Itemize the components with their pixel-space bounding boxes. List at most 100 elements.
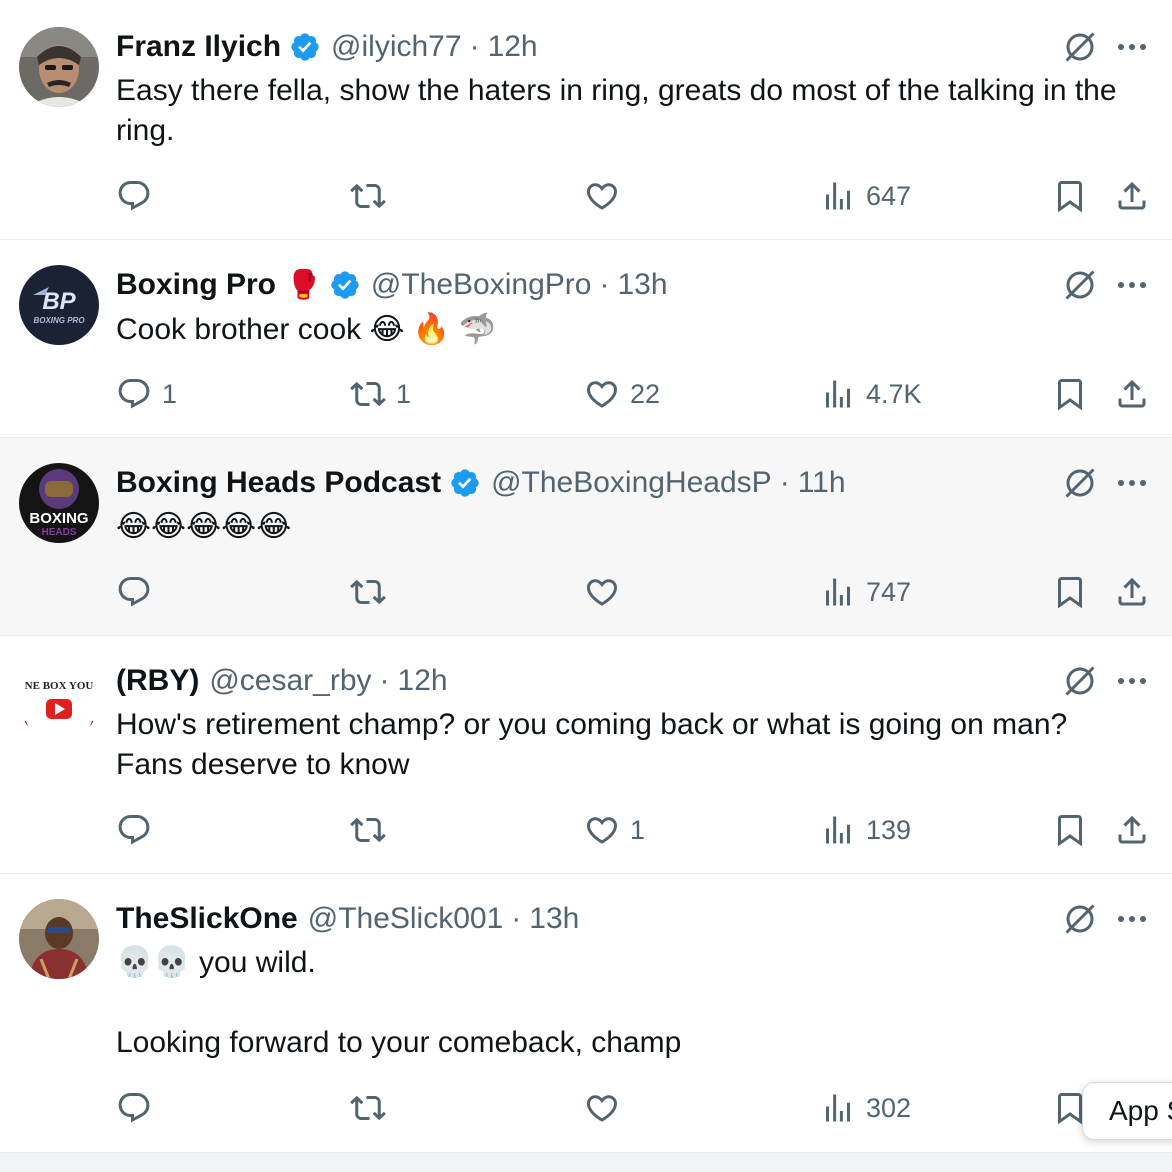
display-name[interactable]: Boxing Heads Podcast — [116, 463, 441, 503]
repost-button[interactable] — [350, 174, 396, 218]
like-icon — [586, 381, 618, 408]
repost-button[interactable] — [350, 1086, 396, 1130]
more-icon[interactable] — [1112, 27, 1152, 67]
avatar-logo-text: BP — [42, 288, 76, 315]
avatar-logo-text: NE BOX YOU — [25, 680, 94, 692]
grok-icon[interactable] — [1060, 27, 1100, 67]
separator: · — [379, 664, 390, 697]
reply-button[interactable] — [116, 808, 162, 852]
views-button[interactable]: 747 — [820, 570, 911, 614]
like-button[interactable]: 1 — [584, 808, 645, 852]
tweet-actions: 1 139 — [0, 808, 1172, 852]
timestamp[interactable]: 12h — [488, 27, 538, 67]
more-icon[interactable] — [1112, 661, 1152, 701]
views-button[interactable]: 4.7K — [820, 372, 922, 416]
like-button[interactable] — [584, 1086, 630, 1130]
bookmark-button[interactable] — [1052, 372, 1088, 416]
tweet[interactable]: BP BOXING PRO Boxing Pro 🥊 @TheBoxingPro… — [0, 240, 1172, 438]
display-name[interactable]: (RBY) — [116, 661, 199, 701]
repost-button[interactable] — [350, 808, 396, 852]
timestamp[interactable]: 11h — [798, 463, 846, 503]
views-icon — [826, 380, 850, 408]
more-icon[interactable] — [1112, 463, 1152, 503]
avatar[interactable] — [19, 899, 99, 979]
tweet-text: Easy there fella, show the haters in rin… — [116, 74, 1117, 147]
share-icon — [1118, 181, 1146, 210]
repost-button[interactable]: 1 — [350, 372, 411, 416]
separator: · — [511, 902, 522, 935]
tweet-actions: 1 1 22 4.7K — [0, 372, 1172, 416]
app-button[interactable]: App S — [1082, 1082, 1172, 1140]
share-button[interactable] — [1114, 372, 1150, 416]
verified-badge-icon — [329, 269, 361, 301]
timestamp[interactable]: 12h — [398, 661, 448, 701]
share-icon — [1118, 815, 1146, 844]
like-button[interactable] — [584, 174, 630, 218]
repost-icon — [350, 381, 386, 407]
view-count: 647 — [866, 180, 912, 211]
app-button-label: App S — [1109, 1095, 1172, 1126]
handle[interactable]: @TheSlick001 — [308, 899, 504, 939]
display-name[interactable]: Franz Ilyich — [116, 27, 281, 67]
more-icon[interactable] — [1112, 265, 1152, 305]
verified-badge-icon — [289, 31, 321, 63]
bookmark-button[interactable] — [1052, 570, 1088, 614]
views-button[interactable]: 302 — [820, 1086, 911, 1130]
handle[interactable]: @TheBoxingPro — [371, 265, 592, 305]
share-button[interactable] — [1114, 174, 1150, 218]
grok-icon[interactable] — [1060, 899, 1100, 939]
bookmark-button[interactable] — [1052, 174, 1088, 218]
bottom-bar — [0, 1152, 1172, 1172]
tweet-actions: 647 — [0, 174, 1172, 218]
avatar[interactable]: BP BOXING PRO — [19, 265, 99, 345]
tweet-text: How's retirement champ? or you coming ba… — [116, 708, 1068, 781]
like-button[interactable] — [584, 570, 630, 614]
reply-icon — [118, 379, 150, 409]
bookmark-button[interactable] — [1052, 808, 1088, 852]
tweet-text: Cook brother cook 😂 🔥 🦈 — [116, 313, 496, 346]
avatar[interactable] — [19, 27, 99, 107]
display-name[interactable]: Boxing Pro — [116, 265, 276, 305]
views-button[interactable]: 647 — [820, 174, 911, 218]
share-button[interactable] — [1114, 808, 1150, 852]
grok-icon[interactable] — [1060, 661, 1100, 701]
avatar[interactable]: BOXING HEADS — [19, 463, 99, 543]
handle[interactable]: @cesar_rby — [209, 661, 371, 701]
reply-button[interactable]: 1 — [116, 372, 177, 416]
timestamp[interactable]: 13h — [529, 899, 579, 939]
repost-icon — [350, 183, 386, 209]
grok-icon[interactable] — [1060, 265, 1100, 305]
grok-icon[interactable] — [1060, 463, 1100, 503]
tweet[interactable]: BOXING HEADS Boxing Heads Podcast @TheBo… — [0, 438, 1172, 636]
handle[interactable]: @ilyich77 — [331, 27, 462, 67]
avatar-logo-text: BOXING — [29, 510, 88, 527]
verified-badge-icon — [449, 467, 481, 499]
like-button[interactable]: 22 — [584, 372, 660, 416]
avatar-logo-subtext: BOXING PRO — [33, 316, 85, 325]
tweet[interactable]: NE BOX YOU (RBY) @cesar_rby · 12h How's … — [0, 636, 1172, 874]
like-icon — [586, 1095, 618, 1122]
tweet[interactable]: TheSlickOne @TheSlick001 · 13h 💀💀 you wi… — [0, 874, 1172, 1152]
reply-button[interactable] — [116, 570, 162, 614]
reply-button[interactable] — [116, 1086, 162, 1130]
handle[interactable]: @TheBoxingHeadsP — [491, 463, 772, 503]
view-count: 139 — [866, 814, 912, 845]
share-button[interactable] — [1114, 570, 1150, 614]
more-icon[interactable] — [1112, 899, 1152, 939]
like-icon — [586, 183, 618, 210]
tweet-header: (RBY) @cesar_rby · 12h — [116, 661, 1062, 701]
timestamp[interactable]: 13h — [617, 265, 667, 305]
reply-button[interactable] — [116, 174, 162, 218]
repost-button[interactable] — [350, 570, 396, 614]
separator: · — [779, 466, 790, 499]
like-count: 22 — [630, 378, 661, 409]
avatar[interactable]: NE BOX YOU — [19, 661, 99, 741]
views-button[interactable]: 139 — [820, 808, 911, 852]
name-emoji: 🥊 — [286, 269, 321, 300]
tweet[interactable]: Franz Ilyich @ilyich77 · 12h Easy there … — [0, 0, 1172, 240]
reply-icon — [118, 181, 150, 211]
tweet-header: Franz Ilyich @ilyich77 · 12h — [116, 27, 1062, 67]
display-name[interactable]: TheSlickOne — [116, 899, 298, 939]
bookmark-icon — [1058, 181, 1082, 213]
tweet-text: 😂😂😂😂😂 — [116, 510, 292, 543]
